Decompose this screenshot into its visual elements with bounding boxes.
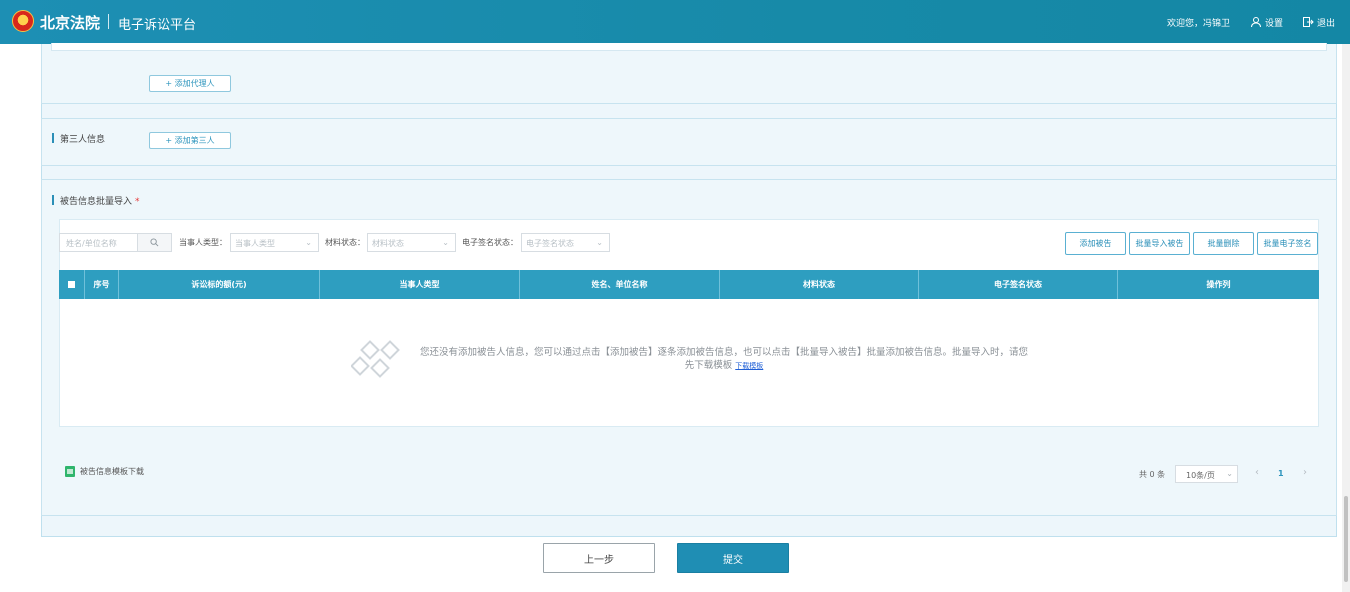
add-agent-button[interactable]: + 添加代理人 <box>149 75 231 92</box>
required-mark: * <box>135 197 140 207</box>
prev-page-button[interactable]: ‹ <box>1255 467 1259 478</box>
batch-esign-button[interactable]: 批量电子签名 <box>1257 232 1318 255</box>
prev-step-button[interactable]: 上一步 <box>543 543 655 573</box>
logout-button[interactable]: 退出 <box>1302 14 1335 30</box>
logout-label: 退出 <box>1317 18 1336 29</box>
welcome-text: 欢迎您，冯锦卫 <box>1167 19 1231 29</box>
settings-button[interactable]: 设置 <box>1250 14 1283 30</box>
column-header-party-type: 当事人类型 <box>320 270 520 299</box>
court-emblem-icon <box>12 10 34 32</box>
agent-panel: + 添加代理人 <box>41 43 1337 104</box>
column-header-esign-status: 电子签名状态 <box>919 270 1118 299</box>
pagination-total: 共 0 条 <box>1139 470 1166 479</box>
empty-state-message: 您还没有添加被告人信息，您可以通过点击【添加被告】逐条添加被告信息，也可以点击【… <box>418 346 1030 373</box>
search-icon <box>150 238 159 247</box>
top-bar: 北京法院 电子诉讼平台 欢迎您，冯锦卫 设置 退出 <box>0 0 1350 44</box>
third-party-title: 第三人信息 <box>52 132 105 145</box>
batch-import-button[interactable]: 批量导入被告 <box>1129 232 1190 255</box>
add-third-party-button[interactable]: + 添加第三人 <box>149 132 231 149</box>
esign-status-placeholder: 电子签名状态 <box>526 239 574 248</box>
column-header-index: 序号 <box>85 270 119 299</box>
template-download-link[interactable]: 被告信息模板下载 <box>65 466 144 477</box>
select-all-checkbox-cell <box>59 270 85 299</box>
chevron-down-icon: ⌄ <box>305 238 312 247</box>
scrollbar-thumb[interactable] <box>1344 496 1348 582</box>
user-icon <box>1251 17 1261 28</box>
court-name: 北京法院 <box>40 14 101 32</box>
current-page[interactable]: 1 <box>1278 469 1284 478</box>
batch-delete-button[interactable]: 批量删除 <box>1193 232 1254 255</box>
party-type-select[interactable]: 当事人类型 ⌄ <box>230 233 319 252</box>
defendant-title: 被告信息批量导入 * <box>52 194 140 207</box>
defendant-title-text: 被告信息批量导入 <box>60 197 133 207</box>
settings-label: 设置 <box>1265 18 1284 29</box>
material-status-select[interactable]: 材料状态 ⌄ <box>367 233 456 252</box>
download-template-link[interactable]: 下载模板 <box>735 362 763 370</box>
excel-file-icon <box>65 466 75 477</box>
next-page-button[interactable]: › <box>1303 467 1307 478</box>
page-size-select[interactable]: 10条/页 ⌄ <box>1175 465 1238 483</box>
title-divider <box>108 14 109 29</box>
select-all-checkbox[interactable] <box>68 281 75 288</box>
empty-message-text: 您还没有添加被告人信息，您可以通过点击【添加被告】逐条添加被告信息，也可以点击【… <box>419 347 1028 371</box>
chevron-down-icon: ⌄ <box>442 238 449 247</box>
material-status-label: 材料状态： <box>325 238 365 247</box>
table-header: 序号 诉讼标的额(元) 当事人类型 姓名、单位名称 材料状态 电子签名状态 操作… <box>59 270 1319 299</box>
column-header-amount: 诉讼标的额(元) <box>119 270 320 299</box>
party-type-label: 当事人类型： <box>179 238 227 247</box>
agent-list-box <box>51 43 1327 51</box>
column-header-name: 姓名、单位名称 <box>520 270 720 299</box>
third-party-panel: 第三人信息 + 添加第三人 <box>41 118 1337 166</box>
party-type-placeholder: 当事人类型 <box>235 239 275 248</box>
column-header-material-status: 材料状态 <box>720 270 919 299</box>
search-placeholder: 姓名/单位名称 <box>66 239 117 248</box>
empty-box-icon <box>351 340 400 378</box>
material-status-placeholder: 材料状态 <box>372 239 404 248</box>
column-header-actions: 操作列 <box>1206 280 1231 289</box>
name-search-input[interactable]: 姓名/单位名称 <box>59 233 172 252</box>
template-download-label: 被告信息模板下载 <box>80 467 144 476</box>
page-size-value: 10条/页 <box>1186 471 1215 480</box>
search-button[interactable] <box>137 234 171 251</box>
esign-status-select[interactable]: 电子签名状态 ⌄ <box>521 233 610 252</box>
esign-status-label: 电子签名状态： <box>462 238 518 247</box>
logout-icon <box>1303 17 1314 27</box>
chevron-down-icon: ⌄ <box>1226 469 1233 478</box>
platform-name: 电子诉讼平台 <box>118 18 197 33</box>
add-defendant-button[interactable]: 添加被告 <box>1065 232 1126 255</box>
page-scrollbar[interactable] <box>1342 44 1350 592</box>
chevron-down-icon: ⌄ <box>596 238 603 247</box>
submit-button[interactable]: 提交 <box>677 543 789 573</box>
